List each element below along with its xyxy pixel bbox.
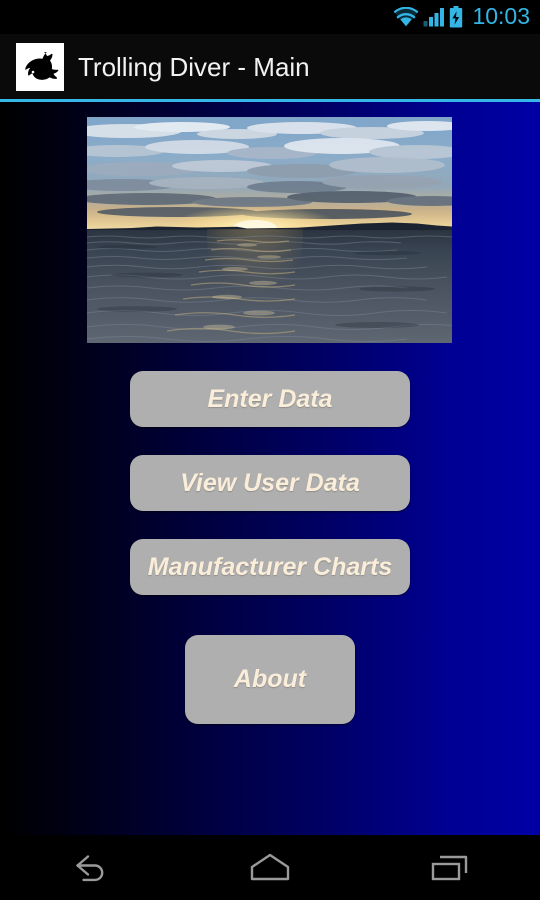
nav-back-button[interactable] xyxy=(0,835,180,900)
action-bar: Trolling Diver - Main xyxy=(0,34,540,99)
main-content: Enter Data View User Data Manufacturer C… xyxy=(0,102,540,835)
view-user-data-button[interactable]: View User Data xyxy=(130,455,410,511)
android-navigation-bar xyxy=(0,835,540,900)
cellular-signal-icon xyxy=(423,8,445,27)
manufacturer-charts-button[interactable]: Manufacturer Charts xyxy=(130,539,410,595)
home-pentagon-icon xyxy=(250,853,290,880)
wifi-icon xyxy=(394,7,419,27)
back-arrow-icon xyxy=(76,854,104,881)
fish-logo-icon xyxy=(16,42,64,91)
battery-charging-icon xyxy=(450,6,463,28)
status-bar: 10:03 xyxy=(0,0,540,34)
nav-recents-button[interactable] xyxy=(360,835,540,900)
about-button[interactable]: About xyxy=(185,635,355,724)
enter-data-button[interactable]: Enter Data xyxy=(130,371,410,427)
lake-sunset-photo xyxy=(87,117,452,343)
phone-screen: 10:03 Trolling Diver - Main Enter Data V… xyxy=(0,0,540,900)
recent-apps-icon xyxy=(431,855,468,880)
nav-home-button[interactable] xyxy=(180,835,360,900)
status-clock: 10:03 xyxy=(472,2,530,29)
page-title: Trolling Diver - Main xyxy=(78,51,310,82)
